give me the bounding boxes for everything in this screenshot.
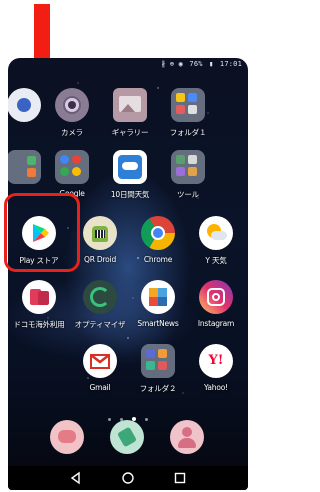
optimizer-icon — [83, 280, 117, 314]
app-yahoo[interactable]: Y! Yahoo! — [188, 344, 244, 392]
app-tools-folder[interactable]: ツール — [160, 150, 216, 200]
page-dot — [107, 418, 111, 421]
phone-icon[interactable] — [110, 420, 144, 454]
yahoo-icon: Y! — [199, 344, 233, 378]
home-icon[interactable] — [120, 470, 136, 486]
chrome-icon — [141, 216, 175, 250]
weather-app-icon — [113, 150, 147, 184]
app-instagram[interactable]: Instagram — [188, 280, 244, 328]
app-chrome[interactable]: Chrome — [130, 216, 186, 264]
partial-icon — [8, 88, 41, 122]
folder-icon — [141, 344, 175, 378]
play-store-highlight-box — [4, 193, 80, 272]
google-folder-icon — [55, 150, 89, 184]
app-gmail[interactable]: Gmail — [72, 344, 128, 392]
instagram-icon — [199, 280, 233, 314]
app-gallery[interactable]: ギャラリー — [102, 88, 158, 138]
app-yahoo-weather[interactable]: Y 天気 — [188, 216, 244, 266]
gmail-icon — [83, 344, 117, 378]
app-docomo-overseas[interactable]: ドコモ海外利用 — [11, 280, 67, 330]
navigation-bar — [8, 466, 248, 490]
back-icon[interactable] — [68, 470, 84, 486]
recents-icon[interactable] — [172, 470, 188, 486]
app-10day-weather[interactable]: 10日間天気 — [102, 150, 158, 200]
page-dot — [145, 418, 149, 421]
app-google-folder[interactable]: Google — [44, 150, 100, 198]
app-qr-droid[interactable]: QR Droid — [72, 216, 128, 264]
status-bar: ∦ ⊕ ◉ 76% ▮ 17:01 — [8, 60, 248, 72]
tools-folder-icon — [171, 150, 205, 184]
camera-icon — [55, 88, 89, 122]
app-camera[interactable]: カメラ — [44, 88, 100, 138]
status-icons: ∦ ⊕ ◉ — [161, 60, 183, 68]
gallery-icon — [113, 88, 147, 122]
qr-droid-icon — [83, 216, 117, 250]
smartnews-icon — [141, 280, 175, 314]
phone-home-screen: ∦ ⊕ ◉ 76% ▮ 17:01 カメラ ギャラリー フォルダ１ Google… — [8, 58, 248, 490]
app-smartnews[interactable]: SmartNews — [130, 280, 186, 328]
contacts-icon[interactable] — [170, 420, 204, 454]
partial-icon — [8, 150, 41, 184]
battery-icon: ▮ — [209, 60, 214, 68]
messages-icon[interactable] — [50, 420, 84, 454]
app-optimizer[interactable]: オプティマイザ — [72, 280, 128, 330]
app-folder-1[interactable]: フォルダ１ — [160, 88, 216, 138]
battery-level: 76% — [189, 60, 203, 68]
folder-icon — [171, 88, 205, 122]
clock: 17:01 — [219, 60, 242, 68]
yahoo-weather-icon — [199, 216, 233, 250]
app-folder-2[interactable]: フォルダ２ — [130, 344, 186, 394]
docomo-overseas-icon — [22, 280, 56, 314]
